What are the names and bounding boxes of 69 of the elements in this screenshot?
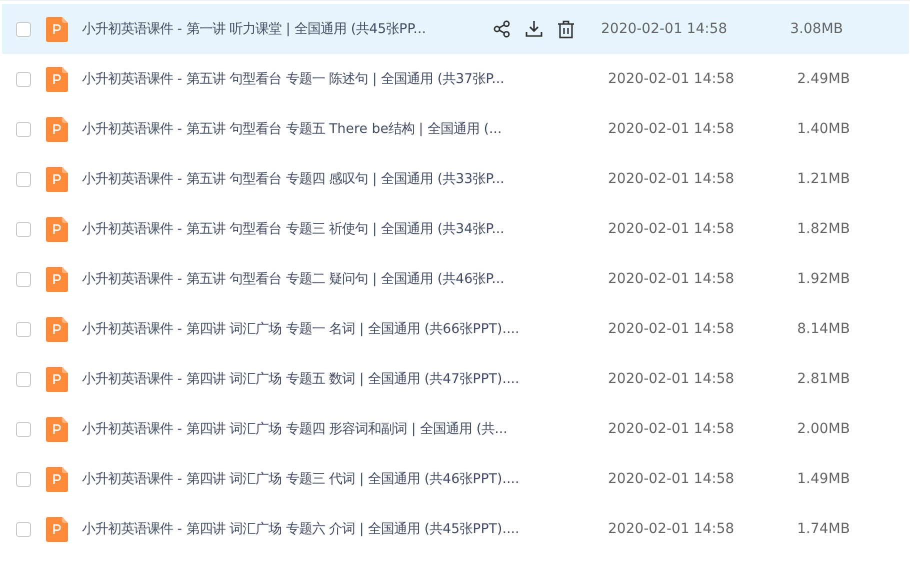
file-size: 1.21MB xyxy=(796,171,850,187)
file-row[interactable]: 小升初英语课件 - 第五讲 句型看台 专题四 感叹句 | 全国通用 (共33张P... 2020-02-01 14:58 1.21MB xyxy=(2,154,909,204)
checkbox[interactable] xyxy=(16,22,31,36)
presentation-file-icon xyxy=(46,366,68,392)
presentation-file-icon xyxy=(46,466,68,492)
trash-icon[interactable] xyxy=(557,20,575,38)
file-name[interactable]: 小升初英语课件 - 第五讲 句型看台 专题一 陈述句 | 全国通用 (共37张P... xyxy=(82,70,592,88)
file-name[interactable]: 小升初英语课件 - 第四讲 词汇广场 专题五 数词 | 全国通用 (共47张PPT).... xyxy=(82,370,592,388)
presentation-file-icon xyxy=(46,16,68,42)
file-size: 2.00MB xyxy=(796,421,850,437)
file-row[interactable]: 小升初英语课件 - 第五讲 句型看台 专题五 There be结构 | 全国通用 (... 2020-02-01 14:58 1.40MB xyxy=(2,104,909,154)
file-size: 1.40MB xyxy=(796,121,850,137)
modified-date: 2020-02-01 14:58 xyxy=(608,471,736,487)
modified-date: 2020-02-01 14:58 xyxy=(608,171,736,187)
file-size: 2.81MB xyxy=(796,371,850,387)
modified-date: 2020-02-01 14:58 xyxy=(608,121,736,137)
file-name[interactable]: 小升初英语课件 - 第四讲 词汇广场 专题四 形容词和副词 | 全国通用 (共... xyxy=(82,420,592,438)
modified-date: 2020-02-01 14:58 xyxy=(608,371,736,387)
file-size: 1.49MB xyxy=(796,471,850,487)
presentation-file-icon xyxy=(46,316,68,342)
file-row[interactable]: 小升初英语课件 - 第五讲 句型看台 专题二 疑问句 | 全国通用 (共46张P... 2020-02-01 14:58 1.92MB xyxy=(2,254,909,304)
file-name[interactable]: 小升初英语课件 - 第五讲 句型看台 专题四 感叹句 | 全国通用 (共33张P... xyxy=(82,170,592,188)
file-row[interactable]: 小升初英语课件 - 第五讲 句型看台 专题三 祈使句 | 全国通用 (共34张P... 2020-02-01 14:58 1.82MB xyxy=(2,204,909,254)
file-size: 8.14MB xyxy=(796,321,850,337)
checkbox[interactable] xyxy=(16,172,31,186)
file-row[interactable]: 小升初英语课件 - 第四讲 词汇广场 专题三 代词 | 全国通用 (共46张PPT).... 2020-02-01 14:58 1.49MB xyxy=(2,454,909,504)
file-name[interactable]: 小升初英语课件 - 第四讲 词汇广场 专题一 名词 | 全国通用 (共66张PPT).... xyxy=(82,320,592,338)
presentation-file-icon xyxy=(46,266,68,292)
checkbox[interactable] xyxy=(16,122,31,136)
modified-date: 2020-02-01 14:58 xyxy=(601,21,728,37)
file-row[interactable]: 小升初英语课件 - 第一讲 听力课堂 | 全国通用 (共45张PP... 2020-02-01 14:58 3.08MB xyxy=(2,4,909,54)
modified-date: 2020-02-01 14:58 xyxy=(608,221,736,237)
checkbox[interactable] xyxy=(16,272,31,286)
checkbox[interactable] xyxy=(16,422,31,436)
modified-date: 2020-02-01 14:58 xyxy=(608,321,736,337)
modified-date: 2020-02-01 14:58 xyxy=(608,421,736,437)
presentation-file-icon xyxy=(46,516,68,542)
file-name[interactable]: 小升初英语课件 - 第四讲 词汇广场 专题六 介词 | 全国通用 (共45张PPT).... xyxy=(82,520,592,538)
share-icon[interactable] xyxy=(493,20,511,38)
file-size: 1.92MB xyxy=(796,271,850,287)
file-size: 1.74MB xyxy=(796,521,850,537)
file-name[interactable]: 小升初英语课件 - 第五讲 句型看台 专题二 疑问句 | 全国通用 (共46张P... xyxy=(82,270,592,288)
modified-date: 2020-02-01 14:58 xyxy=(608,71,736,87)
file-row[interactable]: 小升初英语课件 - 第四讲 词汇广场 专题五 数词 | 全国通用 (共47张PPT).... 2020-02-01 14:58 2.81MB xyxy=(2,354,909,404)
file-name[interactable]: 小升初英语课件 - 第五讲 句型看台 专题三 祈使句 | 全国通用 (共34张P... xyxy=(82,220,592,238)
checkbox[interactable] xyxy=(16,72,31,86)
file-row[interactable]: 小升初英语课件 - 第五讲 句型看台 专题一 陈述句 | 全国通用 (共37张P... 2020-02-01 14:58 2.49MB xyxy=(2,54,909,104)
presentation-file-icon xyxy=(46,66,68,92)
file-size: 3.08MB xyxy=(789,21,843,37)
file-size: 2.49MB xyxy=(796,71,850,87)
download-icon[interactable] xyxy=(525,20,543,38)
file-row[interactable]: 小升初英语课件 - 第四讲 词汇广场 专题四 形容词和副词 | 全国通用 (共... 2020-02-01 14:58 2.00MB xyxy=(2,404,909,454)
checkbox[interactable] xyxy=(16,222,31,236)
checkbox[interactable] xyxy=(16,372,31,386)
modified-date: 2020-02-01 14:58 xyxy=(608,521,736,537)
file-name[interactable]: 小升初英语课件 - 第四讲 词汇广场 专题三 代词 | 全国通用 (共46张PPT).... xyxy=(82,470,592,488)
presentation-file-icon xyxy=(46,166,68,192)
checkbox[interactable] xyxy=(16,522,31,536)
file-name[interactable]: 小升初英语课件 - 第五讲 句型看台 专题五 There be结构 | 全国通用 (... xyxy=(82,120,592,138)
presentation-file-icon xyxy=(46,116,68,142)
file-row[interactable]: 小升初英语课件 - 第四讲 词汇广场 专题一 名词 | 全国通用 (共66张PPT).... 2020-02-01 14:58 8.14MB xyxy=(2,304,909,354)
checkbox[interactable] xyxy=(16,322,31,336)
presentation-file-icon xyxy=(46,216,68,242)
file-size: 1.82MB xyxy=(796,221,850,237)
file-name[interactable]: 小升初英语课件 - 第一讲 听力课堂 | 全国通用 (共45张PP... xyxy=(82,20,487,38)
checkbox[interactable] xyxy=(16,472,31,486)
file-row[interactable]: 小升初英语课件 - 第四讲 词汇广场 专题六 介词 | 全国通用 (共45张PPT).... 2020-02-01 14:58 1.74MB xyxy=(2,504,909,554)
modified-date: 2020-02-01 14:58 xyxy=(608,271,736,287)
presentation-file-icon xyxy=(46,416,68,442)
